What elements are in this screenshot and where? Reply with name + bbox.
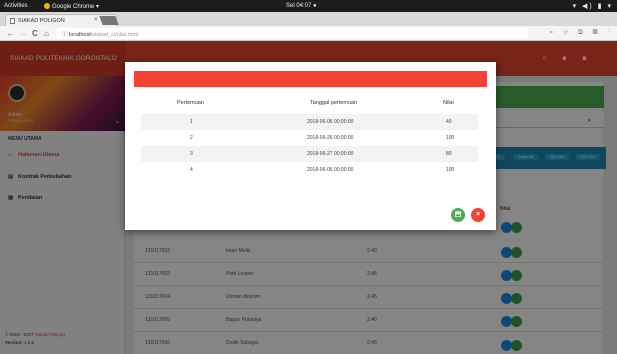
save-button[interactable]: ⬒	[451, 208, 465, 222]
cell-pertemuan: 1	[190, 119, 193, 125]
table-row: 1 2018-06-06 00:00:00 40	[141, 114, 478, 130]
home-icon[interactable]: ⌂	[44, 29, 49, 38]
table-row: 3 2018-06-27 00:00:00 80	[141, 146, 478, 162]
cell-pertemuan: 4	[190, 167, 193, 173]
cell-nilai: 80	[446, 151, 452, 157]
app-menu[interactable]: Google Chrome ▾	[44, 3, 99, 10]
address-toolbar: ← → C ⌂ ⓘ localhost/siakad_ci/nilai.html…	[0, 26, 617, 41]
column-header-pertemuan: Pertemuan	[177, 100, 204, 106]
url-host: localhost	[69, 32, 91, 38]
cell-pertemuan: 3	[190, 151, 193, 157]
cell-nilai: 100	[446, 167, 455, 173]
cell-pertemuan: 2	[190, 135, 193, 141]
cell-tanggal: 2018-06-06 00:00:00	[307, 119, 354, 125]
app-menu-label: Google Chrome ▾	[52, 4, 100, 10]
activities-button[interactable]: Activities	[4, 3, 28, 9]
browser-toolbar-icons[interactable]: ⌕ ☆ ⧉ ▦ ⋮	[550, 29, 613, 37]
system-tray-icons[interactable]: ▾ ◀) ▮ ▾	[573, 2, 613, 10]
table-row: 4 2018-06-06 00:00:00 100	[141, 162, 478, 178]
back-icon[interactable]: ←	[6, 29, 14, 38]
cell-tanggal: 2018-06-27 00:00:00	[307, 151, 354, 157]
clock[interactable]: Sel 04:07 ●	[286, 3, 317, 9]
browser-tab-bar: SIAKAD POLIGON ×	[0, 12, 617, 26]
screen: Activities Google Chrome ▾ Sel 04:07 ● ▾…	[0, 0, 617, 354]
modal-header-bar	[134, 71, 487, 87]
column-header-nilai: Nilai	[443, 100, 454, 106]
cell-tanggal: 2018-06-06 00:00:00	[307, 167, 354, 173]
cell-tanggal: 2018-06-26 00:00:00	[307, 135, 354, 141]
reload-icon[interactable]: C	[32, 29, 38, 38]
close-button[interactable]: ×	[471, 208, 485, 222]
forward-icon[interactable]: →	[19, 29, 27, 38]
cell-nilai: 100	[446, 135, 455, 141]
tab-close-icon[interactable]: ×	[94, 17, 98, 23]
table-row: 2 2018-06-26 00:00:00 100	[141, 130, 478, 146]
column-header-tanggal: Tanggal pertemuan	[310, 100, 358, 106]
url-field[interactable]: ⓘ localhost/siakad_ci/nilai.html	[56, 28, 528, 39]
cell-nilai: 40	[446, 119, 452, 125]
tab-title: SIAKAD POLIGON	[18, 18, 65, 24]
site-info-icon[interactable]: ⓘ	[62, 32, 68, 38]
new-tab-button[interactable]	[99, 16, 119, 25]
page-favicon-icon	[10, 18, 15, 24]
nilai-detail-modal: Pertemuan Tanggal pertemuan Nilai 1 2018-…	[125, 62, 496, 230]
chrome-icon	[44, 3, 50, 10]
os-top-bar: Activities Google Chrome ▾ Sel 04:07 ● ▾…	[0, 0, 617, 12]
url-path: /siakad_ci/nilai.html	[90, 32, 139, 38]
